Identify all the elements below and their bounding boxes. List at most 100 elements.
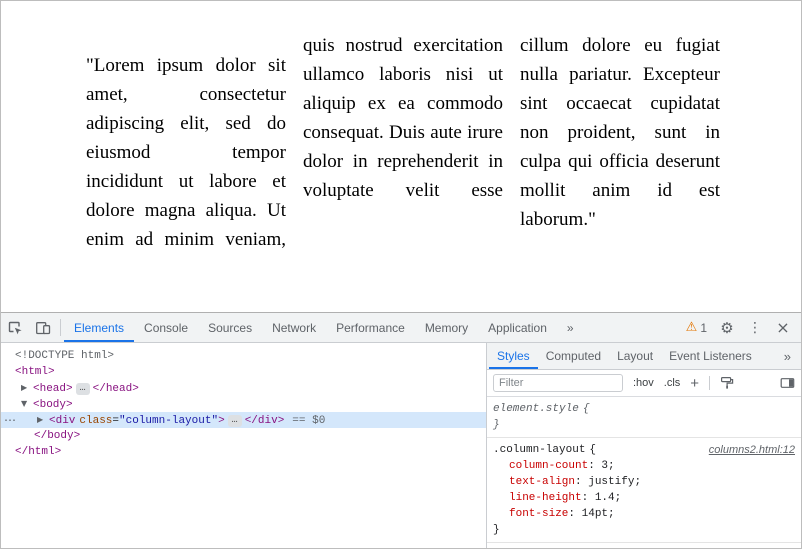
user-agent-rule[interactable]: div{ user agent stylesheet display: bloc… (487, 543, 801, 548)
text-column-1: "Lorem ipsum dolor sit amet, consectetur… (86, 51, 286, 254)
body-open-tag: <body> (33, 399, 73, 411)
tab-elements[interactable]: Elements (64, 313, 134, 342)
collapse-arrow-icon[interactable]: ▼ (21, 396, 33, 412)
stylesheet-source-link[interactable]: columns2.html:12 (709, 442, 795, 458)
devtools-toolbar: Elements Console Sources Network Perform… (1, 313, 801, 343)
colon: : (575, 476, 588, 488)
html-open-tag: <html> (15, 366, 55, 378)
more-panels-icon[interactable]: » (776, 343, 801, 369)
head-open-tag: <head> (33, 383, 73, 395)
css-property-line-height[interactable]: line-height: 1.4; (487, 490, 801, 506)
html-close-tag: </html> (15, 446, 61, 458)
element-style-selector: element.style (493, 403, 579, 415)
styles-rule-list: element.style{ } .column-layout{ columns… (487, 397, 801, 548)
div-class-attr-name: class (79, 415, 112, 427)
toolbar-right-group: ⚠ 1 ⚙ ⋮ × (680, 313, 801, 342)
body-close-node[interactable]: </body> (1, 428, 486, 444)
div-open-tag: <div (49, 415, 75, 427)
styles-sidebar: Styles Computed Layout Event Listeners »… (487, 343, 801, 548)
tab-application[interactable]: Application (478, 313, 557, 342)
close-brace: } (493, 524, 500, 536)
inline-expand-icon[interactable]: … (228, 415, 242, 427)
new-style-rule-icon[interactable]: + (690, 376, 699, 391)
browser-window: "Lorem ipsum dolor sit amet, consectetur… (0, 0, 802, 549)
css-property-column-count[interactable]: column-count: 3; (487, 458, 801, 474)
styles-filter-input[interactable] (493, 374, 623, 392)
tab-layout[interactable]: Layout (609, 343, 661, 369)
devtools-panel: Elements Console Sources Network Perform… (1, 312, 801, 548)
head-node[interactable]: ▶<head>…</head> (1, 380, 486, 396)
toolbar-divider (60, 319, 61, 336)
open-brace: { (583, 403, 590, 415)
rule-close: } (487, 522, 801, 538)
semicolon: ; (608, 508, 615, 520)
user-agent-stylesheet-label: user agent stylesheet (690, 547, 795, 548)
inline-expand-icon[interactable]: … (76, 383, 90, 395)
rule-selector[interactable]: div (493, 547, 513, 548)
tab-sources[interactable]: Sources (198, 313, 262, 342)
sidebar-panel-glyph (780, 376, 795, 390)
rendered-page: "Lorem ipsum dolor sit amet, consectetur… (1, 1, 801, 312)
more-tabs-icon[interactable]: » (557, 313, 584, 342)
tab-memory[interactable]: Memory (415, 313, 478, 342)
toggle-element-state-button[interactable]: :hov (633, 377, 654, 389)
column-layout: "Lorem ipsum dolor sit amet, consectetur… (86, 31, 721, 254)
rule-selector[interactable]: .column-layout (493, 442, 585, 458)
tab-console[interactable]: Console (134, 313, 198, 342)
semicolon: ; (634, 476, 641, 488)
inspect-cursor-glyph (7, 320, 23, 336)
warning-badge[interactable]: ⚠ 1 (680, 320, 713, 335)
text-column-3: cillum dolore eu fugiat nulla pariatur. … (520, 31, 720, 254)
div-open-tag-end: > (218, 415, 225, 427)
css-rule-column-layout[interactable]: .column-layout{ columns2.html:12 column-… (487, 438, 801, 543)
warning-count: 1 (700, 321, 707, 335)
element-style-header[interactable]: element.style { (487, 401, 801, 417)
tab-styles[interactable]: Styles (489, 343, 538, 369)
text-column-2: quis nostrud exercitation ullamco labori… (303, 31, 503, 254)
sidebar-tabs: Styles Computed Layout Event Listeners » (487, 343, 801, 370)
rule-header: div{ user agent stylesheet (487, 547, 801, 548)
head-close-tag: </head> (93, 383, 139, 395)
body-close-tag: </body> (34, 430, 80, 442)
expand-arrow-icon[interactable]: ▶ (21, 380, 33, 396)
kebab-menu-icon[interactable]: ⋮ (741, 320, 769, 336)
tab-event-listeners[interactable]: Event Listeners (661, 343, 760, 369)
css-property-text-align[interactable]: text-align: justify; (487, 474, 801, 490)
element-style-close: } (487, 417, 801, 433)
elements-tree-pane: <!DOCTYPE html> <html> ▶<head>…</head> ▼… (1, 343, 487, 548)
html-close-node[interactable]: </html> (1, 444, 486, 460)
close-brace: } (493, 419, 500, 431)
styles-toolbar: :hov .cls + (487, 370, 801, 397)
tab-performance[interactable]: Performance (326, 313, 415, 342)
div-close-tag: </div> (245, 415, 285, 427)
semicolon: ; (615, 492, 622, 504)
toolbar-divider (709, 376, 710, 390)
inspect-element-icon[interactable] (1, 313, 29, 342)
settings-gear-icon[interactable]: ⚙ (713, 319, 741, 337)
close-devtools-icon[interactable]: × (769, 318, 797, 337)
doctype-node[interactable]: <!DOCTYPE html> (1, 348, 486, 364)
html-open-node[interactable]: <html> (1, 364, 486, 380)
element-classes-button[interactable]: .cls (664, 377, 681, 389)
colon: : (568, 508, 581, 520)
devtools-body: <!DOCTYPE html> <html> ▶<head>…</head> ▼… (1, 343, 801, 548)
selected-div-node[interactable]: ⋯▶<divclass="column-layout">…</div>== $0 (1, 412, 486, 428)
colon: : (588, 460, 601, 472)
colon: : (582, 492, 595, 504)
more-actions-icon[interactable]: ⋯ (4, 412, 15, 428)
tab-computed[interactable]: Computed (538, 343, 609, 369)
device-toolbar-icon[interactable] (29, 313, 57, 342)
expand-arrow-icon[interactable]: ▶ (37, 412, 49, 428)
warning-icon: ⚠ (686, 320, 698, 335)
computed-sidebar-toggle-icon[interactable] (780, 376, 795, 390)
element-style-rule[interactable]: element.style { } (487, 397, 801, 438)
rendering-emulation-icon[interactable] (720, 376, 734, 390)
device-glyph (35, 320, 51, 336)
paint-roller-glyph (720, 376, 734, 390)
open-brace: { (589, 442, 596, 458)
tab-network[interactable]: Network (262, 313, 326, 342)
css-property-font-size[interactable]: font-size: 14pt; (487, 506, 801, 522)
body-open-node[interactable]: ▼<body> (1, 396, 486, 412)
div-class-attr-value: "column-layout" (119, 415, 218, 427)
rule-header: .column-layout{ columns2.html:12 (487, 442, 801, 458)
